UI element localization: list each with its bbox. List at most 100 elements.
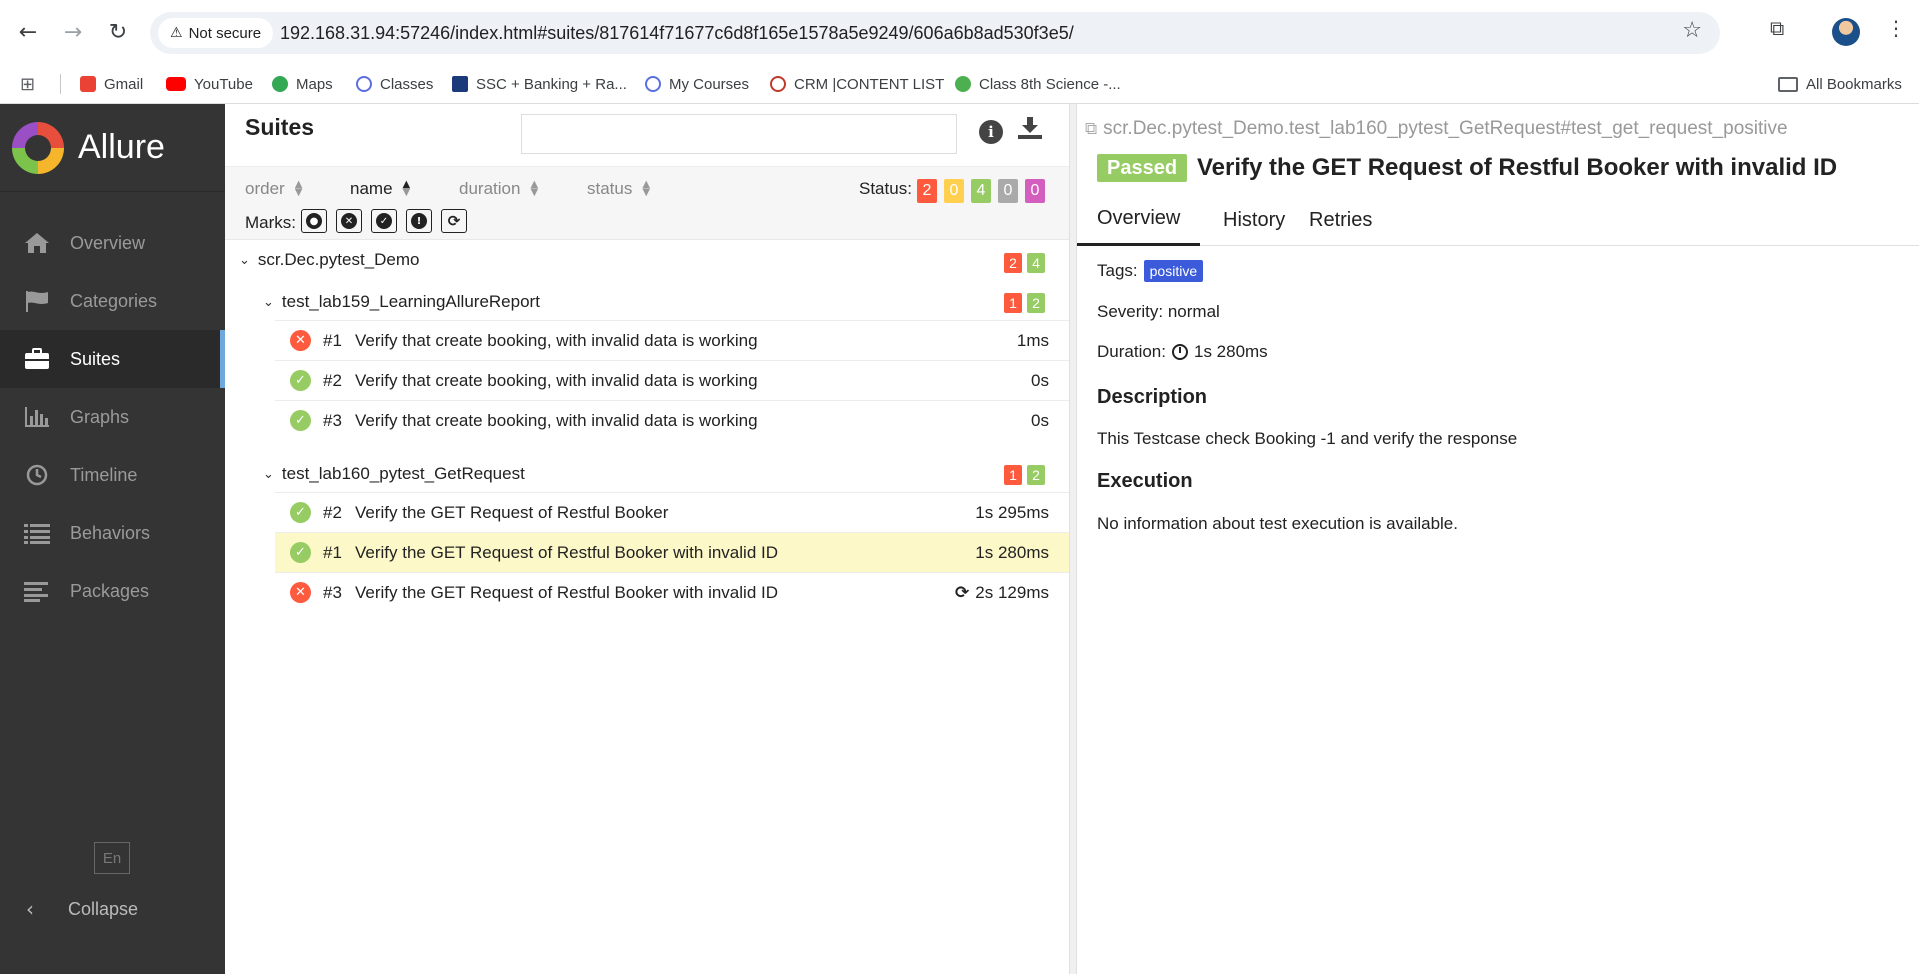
test-row-selected[interactable]: ✓ #1 Verify the GET Request of Restful B…	[275, 532, 1069, 572]
home-icon	[24, 231, 50, 255]
chevron-down-icon: ⌄	[263, 466, 274, 482]
sidebar-item-categories[interactable]: Categories	[0, 272, 225, 330]
passed-count: 4	[1027, 253, 1045, 273]
status-filter-label: Status:	[859, 179, 912, 198]
mark-new-broken-button[interactable]: !	[406, 209, 432, 233]
back-icon[interactable]: ←	[10, 14, 46, 50]
execution-text: No information about test execution is a…	[1097, 514, 1458, 533]
all-bookmarks[interactable]: All Bookmarks	[1778, 72, 1902, 96]
check-circle-icon: ✓	[376, 213, 392, 229]
align-left-icon	[24, 579, 50, 603]
info-icon[interactable]: i	[979, 120, 1003, 144]
status-broken-badge[interactable]: 0	[944, 179, 964, 203]
ssc-icon	[452, 76, 468, 92]
bookmark-classes[interactable]: Classes	[356, 72, 433, 96]
language-switch[interactable]: En	[94, 842, 130, 874]
folder-icon	[1778, 76, 1798, 92]
menu-kebab-icon[interactable]: ⋮	[1886, 16, 1906, 40]
passed-status-icon: ✓	[290, 370, 311, 391]
crm-icon	[770, 76, 786, 92]
test-row[interactable]: ✕ #3 Verify the GET Request of Restful B…	[275, 572, 1069, 612]
url-text[interactable]: 192.168.31.94:57246/index.html#suites/81…	[280, 23, 1074, 44]
collapse-button[interactable]: ‹ Collapse	[0, 884, 225, 934]
execution-heading[interactable]: Execution	[1097, 470, 1193, 493]
page-title: Suites	[245, 114, 315, 140]
brand[interactable]: Allure	[0, 104, 225, 192]
mark-retries-button[interactable]: ⟳	[441, 209, 467, 233]
sidebar-item-timeline[interactable]: Timeline	[0, 446, 225, 504]
sidebar-item-overview[interactable]: Overview	[0, 214, 225, 272]
sort-duration[interactable]: duration ▲ ▼	[459, 179, 538, 199]
passed-status-icon: ✓	[290, 502, 311, 523]
warning-icon: ⚠	[170, 25, 183, 41]
chevron-down-icon: ⌄	[263, 294, 274, 310]
suite-group-header[interactable]: ⌄ test_lab159_LearningAllureReport	[263, 282, 540, 322]
security-chip[interactable]: ⚠ Not secure	[158, 18, 274, 48]
bookmark-star-icon[interactable]: ☆	[1682, 18, 1702, 43]
bookmark-my-courses[interactable]: My Courses	[645, 72, 749, 96]
extensions-icon[interactable]: ⧉	[1770, 16, 1784, 40]
tab-retries[interactable]: Retries	[1289, 194, 1392, 246]
status-badge: Passed	[1097, 154, 1188, 182]
mark-flaky-button[interactable]: ●	[301, 209, 327, 233]
courses-icon	[645, 76, 661, 92]
sort-toolbar: order ▲ ▼ name ▲ ▼ duration ▲ ▼ status ▲ ▼ S…	[225, 166, 1069, 240]
bookmark-youtube[interactable]: YouTube	[166, 72, 253, 96]
sidebar-item-behaviors[interactable]: Behaviors	[0, 504, 225, 562]
failed-count: 1	[1004, 465, 1022, 485]
apps-grid-icon[interactable]: ⊞	[20, 72, 35, 96]
test-row[interactable]: ✕ #1 Verify that create booking, with in…	[275, 320, 1069, 360]
briefcase-icon	[24, 347, 50, 371]
tab-overview[interactable]: Overview	[1077, 194, 1201, 246]
suite-root-header[interactable]: ⌄ scr.Dec.pytest_Demo	[239, 240, 419, 280]
sort-arrows-icon: ▲ ▼	[294, 179, 303, 198]
status-skipped-badge[interactable]: 0	[998, 179, 1018, 203]
exclamation-circle-icon: !	[411, 213, 427, 229]
sidebar-item-graphs[interactable]: Graphs	[0, 388, 225, 446]
classes-icon	[356, 76, 372, 92]
copy-icon[interactable]: ⧉	[1085, 119, 1097, 139]
bookmark-crm[interactable]: CRM |CONTENT LIST	[770, 72, 944, 96]
description-heading: Description	[1097, 386, 1208, 408]
breadcrumb: ⧉ scr.Dec.pytest_Demo.test_lab160_pytest…	[1085, 118, 1788, 139]
mark-new-passed-button[interactable]: ✓	[371, 209, 397, 233]
maps-pin-icon	[272, 76, 288, 92]
passed-status-icon: ✓	[290, 410, 311, 431]
status-passed-badge[interactable]: 4	[971, 179, 991, 203]
bookmark-ssc-banking[interactable]: SSC + Banking + Ra...	[452, 72, 627, 96]
sort-arrows-icon: ▲ ▼	[530, 179, 539, 198]
address-bar[interactable]: ⚠ Not secure 192.168.31.94:57246/index.h…	[150, 12, 1720, 54]
test-row[interactable]: ✓ #2 Verify that create booking, with in…	[275, 360, 1069, 400]
test-row[interactable]: ✓ #2 Verify the GET Request of Restful B…	[275, 492, 1069, 532]
row-duration: ⟳ 2s 129ms	[955, 582, 1049, 603]
bomb-icon: ●	[306, 213, 322, 229]
search-input[interactable]	[521, 114, 957, 154]
sort-status[interactable]: status ▲ ▼	[587, 179, 650, 199]
sidebar-item-suites[interactable]: Suites	[0, 330, 225, 388]
pane-splitter[interactable]	[1069, 104, 1077, 974]
tag-badge[interactable]: positive	[1143, 260, 1204, 282]
bookmark-gmail[interactable]: Gmail	[80, 72, 143, 96]
sort-name[interactable]: name ▲ ▼	[350, 179, 410, 199]
suites-pane: Suites i order ▲ ▼ name ▲ ▼ duration ▲ ▼ st…	[225, 104, 1069, 974]
chevron-down-icon: ⌄	[239, 252, 250, 268]
times-circle-icon: ✕	[341, 213, 357, 229]
download-icon[interactable]	[1017, 116, 1045, 144]
mark-new-failed-button[interactable]: ✕	[336, 209, 362, 233]
status-failed-badge[interactable]: 2	[917, 179, 937, 203]
youtube-icon	[166, 77, 186, 91]
bookmark-maps[interactable]: Maps	[272, 72, 333, 96]
suite-group-header[interactable]: ⌄ test_lab160_pytest_GetRequest	[263, 454, 525, 494]
forward-icon[interactable]: →	[55, 14, 91, 50]
reload-icon[interactable]: ↻	[100, 14, 136, 50]
sidebar-item-packages[interactable]: Packages	[0, 562, 225, 620]
profile-avatar[interactable]	[1832, 18, 1860, 46]
duration-field: Duration: 1s 280ms	[1097, 342, 1268, 361]
bookmarks-bar: ⊞ Gmail YouTube Maps Classes SSC + Banki…	[0, 64, 1919, 104]
status-unknown-badge[interactable]: 0	[1025, 179, 1045, 203]
bookmark-class8-science[interactable]: Class 8th Science -...	[955, 72, 1121, 96]
sort-order[interactable]: order ▲ ▼	[245, 179, 302, 199]
test-row[interactable]: ✓ #3 Verify that create booking, with in…	[275, 400, 1069, 440]
brand-title: Allure	[78, 128, 165, 166]
failed-status-icon: ✕	[290, 330, 311, 351]
